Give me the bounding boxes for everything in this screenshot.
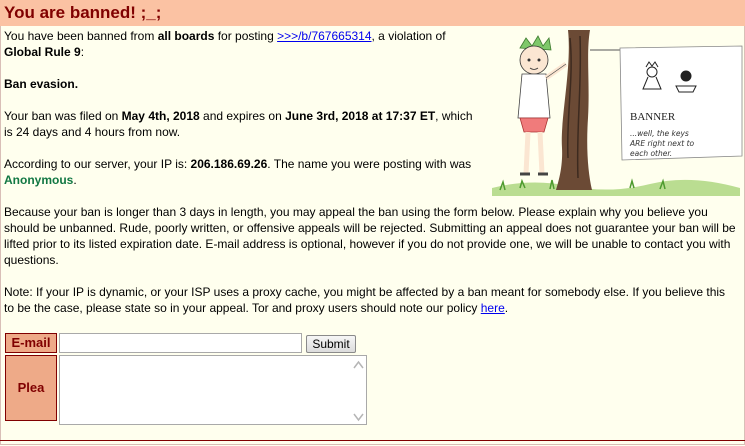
divider (0, 440, 745, 441)
banned-illustration: BANNER ...well, the keys ARE right next … (492, 30, 743, 196)
appeal-line: Because your ban is longer than 3 days i… (4, 205, 708, 219)
intro-text-3: , a violation of (371, 29, 446, 43)
scroll-up-icon[interactable] (353, 360, 364, 369)
banner-caption: each other. (630, 149, 672, 158)
duration-text-3: , which (435, 109, 473, 123)
plea-scrollbar[interactable] (351, 356, 366, 424)
email-field[interactable] (59, 333, 302, 353)
page-title: You are banned! ;_; (0, 0, 745, 26)
banner-caption: ...well, the keys (630, 129, 689, 138)
intro-text: You have been banned from (4, 29, 158, 43)
note-period: . (504, 301, 509, 315)
note-line: to be the case, please state so in your … (4, 301, 481, 315)
filed-date: May 4th, 2018 (121, 109, 200, 123)
submit-button[interactable]: Submit (306, 335, 356, 353)
banner-caption: ARE right next to (629, 139, 695, 148)
time-remaining: is 24 days and 4 hours from now. (4, 125, 181, 139)
reason-text: Ban evasion. (4, 77, 79, 91)
ip-text-2: . The name you were posting with was (267, 157, 472, 171)
expiry-date: June 3rd, 2018 at 17:37 ET (285, 109, 436, 123)
duration-text-2: and expires on (199, 109, 286, 123)
ip-text: According to our server, your IP is: (4, 157, 191, 171)
email-label: E-mail (5, 333, 57, 353)
appeal-line: should be unbanned. Rude, poorly written… (4, 221, 736, 235)
rule-text: Global Rule 9 (4, 45, 81, 59)
policy-link[interactable]: here (481, 301, 505, 315)
scroll-down-icon[interactable] (353, 413, 364, 422)
appeal-info: Because your ban is longer than 3 days i… (4, 204, 736, 268)
banner-word: BANNER (630, 111, 676, 123)
plea-label: Plea (5, 355, 57, 421)
ip-period: . (73, 173, 77, 187)
appeal-line: questions. (4, 253, 59, 267)
ip-info: According to our server, your IP is: 206… (4, 156, 471, 188)
poster-name: Anonymous (4, 173, 74, 187)
ban-intro: You have been banned from all boards for… (4, 28, 446, 60)
intro-colon: : (80, 45, 85, 59)
scope-text: all boards (157, 29, 215, 43)
plea-textarea[interactable] (59, 355, 367, 425)
ban-duration: Your ban was filed on May 4th, 2018 and … (4, 108, 473, 140)
ip-address: 206.186.69.26 (190, 157, 268, 171)
proxy-note: Note: If your IP is dynamic, or your ISP… (4, 284, 725, 316)
duration-text: Your ban was filed on (4, 109, 122, 123)
intro-text-2: for posting (214, 29, 278, 43)
girl-figure (517, 35, 568, 176)
appeal-line: lifted prior to its listed expiration da… (4, 237, 731, 251)
post-link[interactable]: >>>/b/767665314 (277, 29, 371, 43)
note-line: Note: If your IP is dynamic, or your ISP… (4, 285, 726, 299)
ban-reason: Ban evasion. (4, 76, 78, 92)
